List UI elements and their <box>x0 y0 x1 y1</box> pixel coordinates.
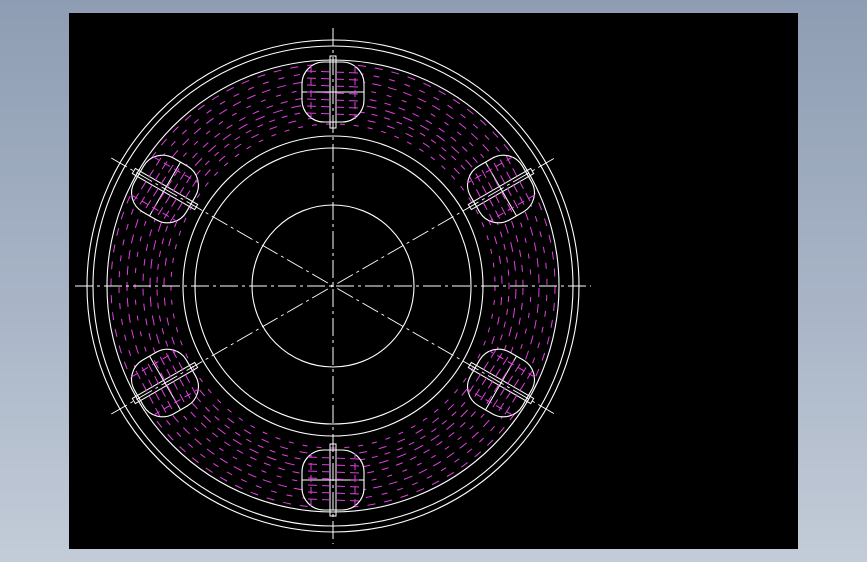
flange-drawing <box>75 28 591 544</box>
cad-drawing-viewport[interactable] <box>69 13 798 549</box>
